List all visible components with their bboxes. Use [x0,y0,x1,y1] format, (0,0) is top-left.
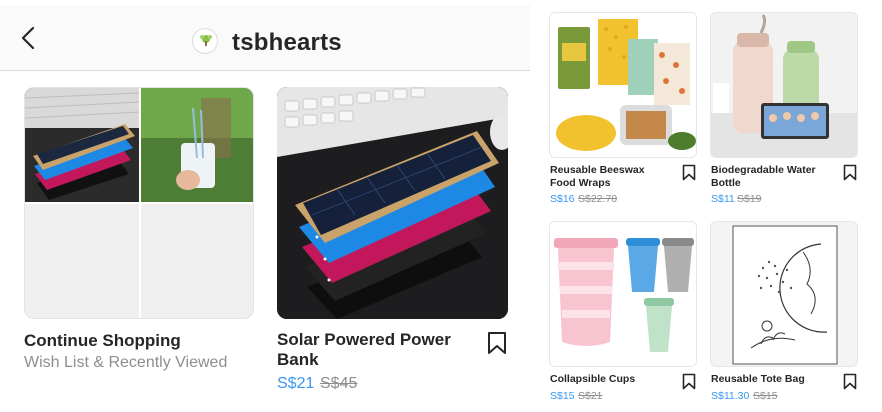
wishlist-title[interactable]: Continue Shopping [24,330,181,351]
collage-divider [25,202,253,204]
product-title[interactable]: Solar Powered Power [277,329,451,350]
product-title[interactable]: Collapsible Cups [550,373,670,386]
product-title[interactable]: Bank [277,349,319,370]
product-title[interactable]: Bottle [711,177,831,190]
bookmark-icon[interactable] [487,331,507,360]
wishlist-thumb-drink [141,88,253,202]
product-original-price: S$21 [578,390,603,402]
wishlist-thumb-solar [25,88,140,202]
product-original-price: S$15 [753,390,778,402]
back-chevron-icon[interactable] [18,23,42,53]
product-original-price: S$45 [320,375,358,392]
product-price: S$16 [550,193,575,205]
bookmark-icon[interactable] [843,373,857,395]
product-price: S$11.30 [711,390,750,402]
product-title[interactable]: Food Wraps [550,177,670,190]
product-image-collapsible-cups[interactable] [549,221,697,367]
bookmark-icon[interactable] [682,164,696,186]
product-price: S$21 [277,375,315,392]
product-title[interactable]: Biodegradable Water [711,164,831,177]
product-original-price: S$22.70 [578,193,618,205]
product-image-beeswax-wraps[interactable] [549,12,697,158]
wishlist-empty-slot [25,204,139,318]
product-title[interactable]: Reusable Beeswax [550,164,670,177]
wishlist-collage[interactable] [24,87,254,319]
shop-name[interactable]: tsbhearts [232,29,342,57]
shop-panel: tsbhearts Continue Shopping Wish List & … [0,0,530,412]
product-price: S$11 [711,193,735,205]
product-image-solar-power-bank[interactable] [277,87,508,319]
shop-header: tsbhearts [0,5,530,71]
product-price: S$15 [550,390,575,402]
product-original-price: S$19 [737,193,762,205]
shop-avatar[interactable] [192,28,218,54]
wishlist-empty-slot [141,204,253,318]
product-image-tote-bag[interactable] [710,221,858,367]
product-image-water-bottle[interactable] [710,12,858,158]
product-title[interactable]: Reusable Tote Bag [711,373,831,386]
bookmark-icon[interactable] [843,164,857,186]
wishlist-subtitle: Wish List & Recently Viewed [24,354,228,371]
bookmark-icon[interactable] [682,373,696,395]
